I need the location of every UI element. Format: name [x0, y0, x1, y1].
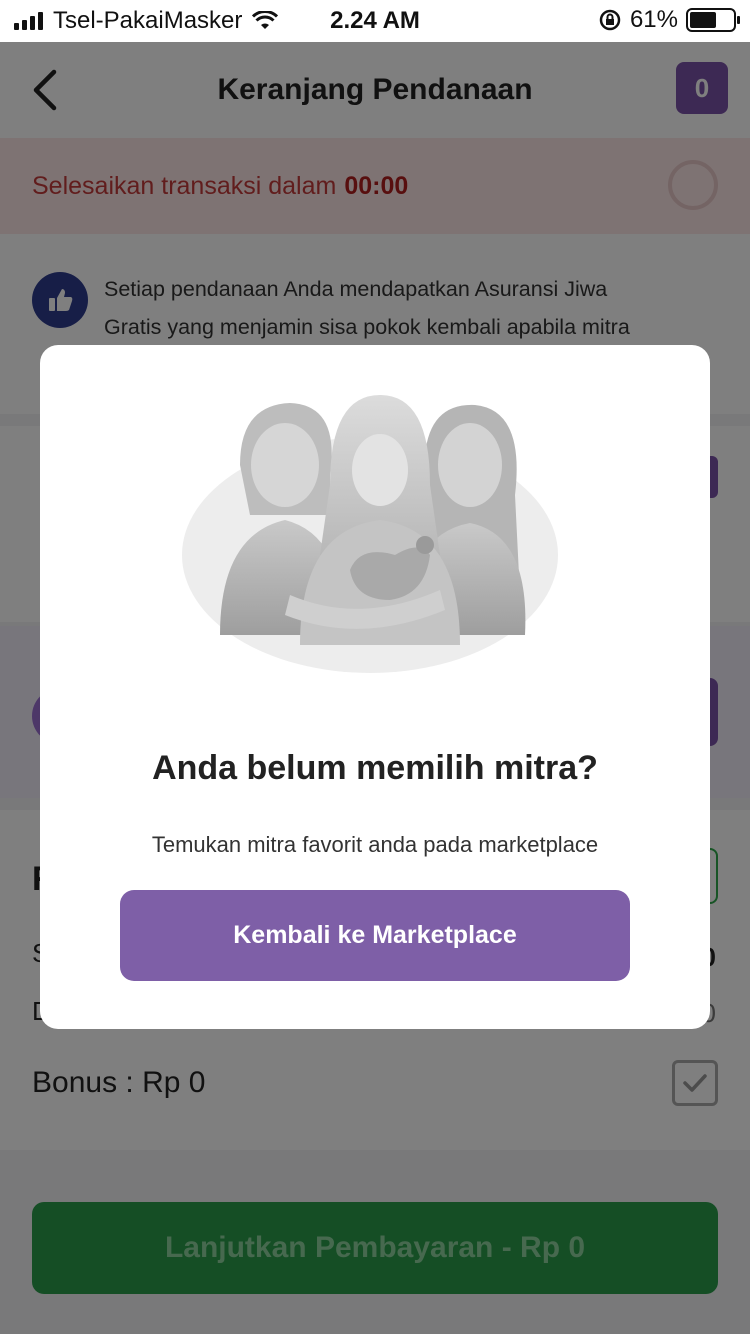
wifi-icon [252, 11, 279, 29]
no-partner-modal: Anda belum memilih mitra? Temukan mitra … [40, 345, 710, 1029]
battery-icon [686, 8, 740, 32]
signal-icon [14, 12, 43, 30]
modal-title: Anda belum memilih mitra? [152, 749, 598, 787]
status-bar: Tsel-PakaiMasker 2.24 AM 61% [0, 0, 750, 42]
modal-subtitle: Temukan mitra favorit anda pada marketpl… [151, 832, 599, 857]
back-to-marketplace-button[interactable]: Kembali ke Marketplace [120, 890, 630, 981]
women-group-illustration [182, 395, 558, 673]
battery-percent: 61% [629, 6, 678, 33]
orientation-lock-icon [599, 9, 621, 31]
carrier-name: Tsel-PakaiMasker [53, 7, 243, 34]
